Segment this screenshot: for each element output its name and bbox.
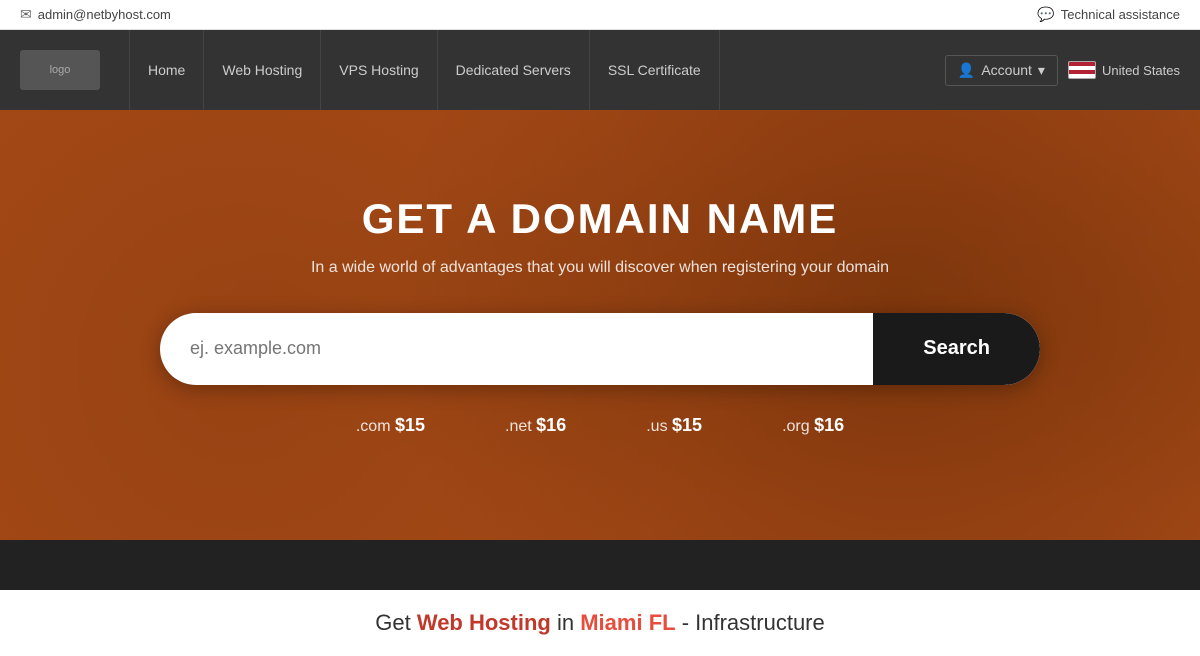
domain-search-input[interactable] [160, 313, 873, 385]
top-bar: ✉ admin@netbyhost.com 💬 Technical assist… [0, 0, 1200, 30]
account-label: Account [981, 62, 1032, 78]
teaser-prefix: Get [375, 610, 410, 635]
teaser-highlight2: Miami FL [580, 610, 675, 635]
ext-org: .org [782, 418, 814, 435]
nav-item-ssl-certificate[interactable]: SSL Certificate [589, 30, 720, 110]
search-button[interactable]: Search [873, 313, 1040, 385]
nav-links: Home Web Hosting VPS Hosting Dedicated S… [130, 30, 945, 110]
hero-section: GET A DOMAIN NAME In a wide world of adv… [0, 110, 1200, 540]
top-bar-left: ✉ admin@netbyhost.com [20, 6, 171, 23]
main-nav: logo Home Web Hosting VPS Hosting Dedica… [0, 30, 1200, 110]
chevron-down-icon: ▾ [1038, 62, 1045, 79]
nav-item-dedicated-servers[interactable]: Dedicated Servers [437, 30, 590, 110]
nav-item-web-hosting[interactable]: Web Hosting [203, 30, 321, 110]
top-bar-right[interactable]: 💬 Technical assistance [1037, 6, 1180, 23]
bottom-teaser: Get Web Hosting in Miami FL - Infrastruc… [0, 590, 1200, 656]
nav-right: 👤 Account ▾ United States [945, 55, 1180, 86]
hero-subtitle: In a wide world of advantages that you w… [311, 259, 889, 277]
nav-item-vps-hosting[interactable]: VPS Hosting [320, 30, 437, 110]
account-button[interactable]: 👤 Account ▾ [945, 55, 1058, 86]
country-selector[interactable]: United States [1068, 61, 1180, 79]
pricing-us: .us $15 [646, 415, 702, 436]
technical-assistance-link[interactable]: Technical assistance [1061, 7, 1180, 22]
domain-search-container: Search [160, 313, 1040, 385]
pricing-org: .org $16 [782, 415, 844, 436]
teaser-middle: in [557, 610, 574, 635]
hero-title: GET A DOMAIN NAME [362, 195, 839, 243]
price-org: $16 [814, 415, 844, 435]
email-icon: ✉ [20, 6, 32, 23]
logo[interactable]: logo [20, 50, 100, 90]
ext-us: .us [646, 418, 672, 435]
chat-icon: 💬 [1037, 6, 1054, 23]
country-label: United States [1102, 63, 1180, 78]
teaser-highlight1: Web Hosting [417, 610, 551, 635]
pricing-com: .com $15 [356, 415, 425, 436]
ext-net: .net [505, 418, 536, 435]
price-net: $16 [536, 415, 566, 435]
bottom-dark-bar [0, 540, 1200, 590]
nav-item-home[interactable]: Home [129, 30, 204, 110]
admin-email: admin@netbyhost.com [38, 7, 171, 22]
teaser-suffix: - Infrastructure [682, 610, 825, 635]
logo-area[interactable]: logo [20, 50, 100, 90]
flag-icon [1068, 61, 1096, 79]
ext-com: .com [356, 418, 395, 435]
price-us: $15 [672, 415, 702, 435]
pricing-row: .com $15 .net $16 .us $15 .org $16 [356, 415, 844, 436]
pricing-net: .net $16 [505, 415, 566, 436]
price-com: $15 [395, 415, 425, 435]
account-icon: 👤 [958, 62, 975, 79]
